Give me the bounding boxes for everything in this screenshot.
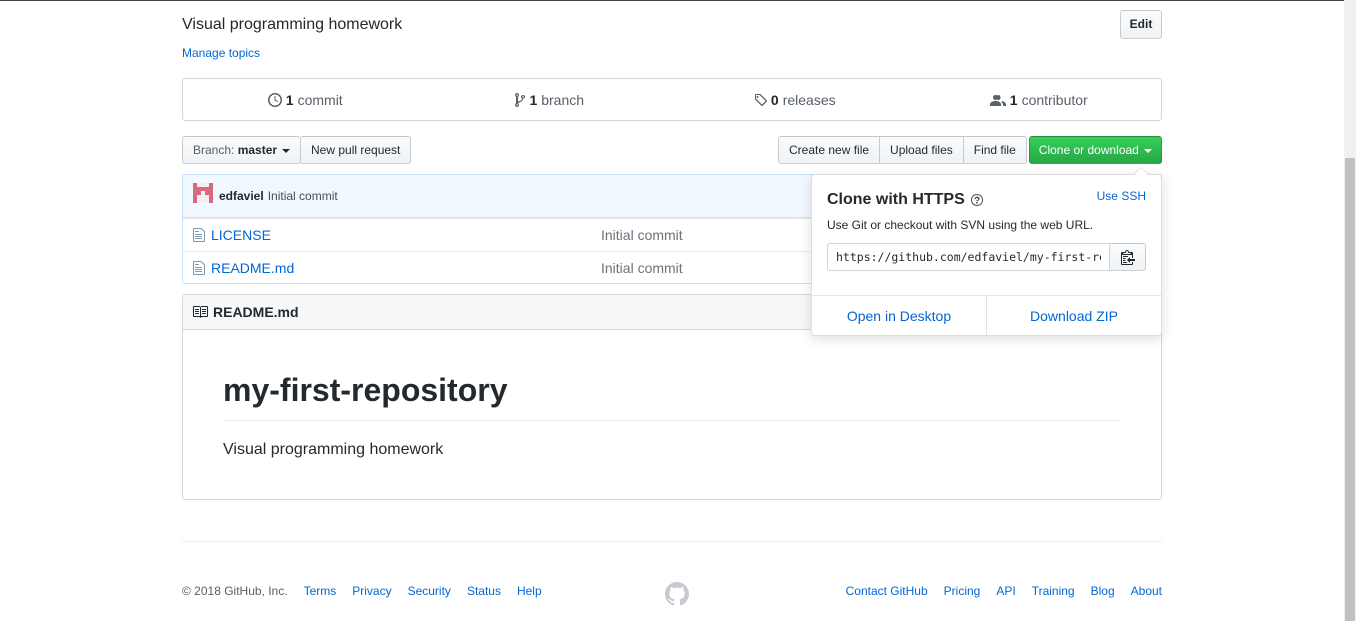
commits-label: commit [297, 91, 343, 108]
file-commit-message[interactable]: Initial commit [601, 227, 683, 243]
file-actions-group: Create new file Upload files Find file [778, 136, 1027, 164]
contributors-stat[interactable]: 1 contributor [917, 79, 1162, 120]
footer-divider [182, 541, 1162, 542]
file-commit-message[interactable]: Initial commit [601, 260, 683, 276]
upload-files-button[interactable]: Upload files [879, 136, 964, 164]
footer-left: © 2018 GitHub, Inc. Terms Privacy Securi… [182, 584, 542, 598]
clone-title-text: Clone with HTTPS [827, 191, 965, 208]
scrollbar[interactable] [1344, 0, 1356, 621]
copy-url-button[interactable] [1110, 243, 1146, 271]
releases-label: releases [782, 91, 836, 108]
file-icon [193, 228, 205, 242]
book-icon [193, 306, 208, 318]
edit-description-button[interactable]: Edit [1120, 10, 1162, 39]
github-mark-icon[interactable] [665, 582, 689, 609]
top-border [0, 0, 1344, 1]
contributors-label: contributor [1021, 91, 1088, 108]
footer-link-blog[interactable]: Blog [1091, 584, 1115, 598]
footer-link-security[interactable]: Security [408, 584, 451, 598]
branches-count: 1 [529, 91, 538, 108]
file-link[interactable]: LICENSE [211, 227, 271, 243]
commits-stat[interactable]: 1 commit [183, 79, 428, 120]
history-icon [267, 92, 282, 107]
branch-select-button[interactable]: Branch: master [182, 136, 302, 164]
repo-summary: 1 commit 1 branch 0 releases 1 contribut… [182, 78, 1162, 121]
file-icon [193, 261, 205, 275]
footer-link-training[interactable]: Training [1032, 584, 1075, 598]
avatar[interactable] [193, 183, 213, 203]
readme-filename: README.md [213, 304, 299, 320]
people-icon [989, 94, 1006, 106]
clone-title: Clone with HTTPS [827, 191, 984, 209]
clone-label: Clone or download [1038, 143, 1139, 157]
footer-link-help[interactable]: Help [517, 584, 542, 598]
footer-link-about[interactable]: About [1131, 584, 1162, 598]
footer-link-terms[interactable]: Terms [304, 584, 337, 598]
clippy-icon [1120, 250, 1135, 265]
footer-link-contact[interactable]: Contact GitHub [846, 584, 928, 598]
caret-down-icon [1144, 148, 1153, 153]
footer-copyright: © 2018 GitHub, Inc. [182, 584, 288, 598]
manage-topics-link[interactable]: Manage topics [182, 46, 260, 60]
branch-prefix: Branch: [193, 143, 235, 157]
open-in-desktop-button[interactable]: Open in Desktop [812, 296, 987, 336]
footer-link-privacy[interactable]: Privacy [352, 584, 391, 598]
branches-label: branch [541, 91, 585, 108]
branches-stat[interactable]: 1 branch [428, 79, 673, 120]
file-link[interactable]: README.md [211, 260, 294, 276]
clone-dropdown: Clone with HTTPS Use SSH Use Git or chec… [811, 167, 1162, 336]
releases-stat[interactable]: 0 releases [672, 79, 917, 120]
commit-message[interactable]: Initial commit [268, 189, 338, 203]
footer-right: Contact GitHub Pricing API Training Blog… [846, 584, 1162, 598]
footer-link-status[interactable]: Status [467, 584, 501, 598]
question-icon[interactable] [970, 193, 984, 207]
clone-url-input[interactable] [827, 243, 1110, 271]
caret-down-icon [282, 148, 291, 153]
readme-heading: my-first-repository [223, 370, 1121, 421]
clone-actions: Open in Desktop Download ZIP [812, 295, 1161, 336]
clone-url-group [827, 243, 1146, 271]
commits-count: 1 [285, 91, 294, 108]
clone-help-text: Use Git or checkout with SVN using the w… [827, 218, 1094, 232]
tag-icon [754, 93, 767, 106]
footer-link-pricing[interactable]: Pricing [944, 584, 981, 598]
use-ssh-link[interactable]: Use SSH [1097, 189, 1146, 203]
download-zip-button[interactable]: Download ZIP [987, 296, 1161, 336]
clone-or-download-button[interactable]: Clone or download [1029, 136, 1162, 164]
commit-author[interactable]: edfaviel [219, 189, 264, 203]
branch-name: master [237, 143, 278, 157]
footer-link-api[interactable]: API [996, 584, 1015, 598]
file-navigation: Branch: master New pull request Create n… [182, 136, 1162, 164]
create-new-file-button[interactable]: Create new file [778, 136, 881, 164]
releases-count: 0 [770, 91, 779, 108]
find-file-button[interactable]: Find file [962, 136, 1027, 164]
readme-text: Visual programming homework [223, 441, 444, 458]
branch-icon [515, 92, 526, 107]
scrollbar-thumb[interactable] [1345, 158, 1355, 621]
contributors-count: 1 [1009, 91, 1018, 108]
repo-description: Visual programming homework [182, 16, 403, 33]
site-footer: © 2018 GitHub, Inc. Terms Privacy Securi… [182, 582, 1162, 606]
readme-body: my-first-repository Visual programming h… [183, 330, 1161, 459]
dropdown-arrow [1133, 167, 1149, 175]
new-pull-request-button[interactable]: New pull request [300, 136, 412, 164]
